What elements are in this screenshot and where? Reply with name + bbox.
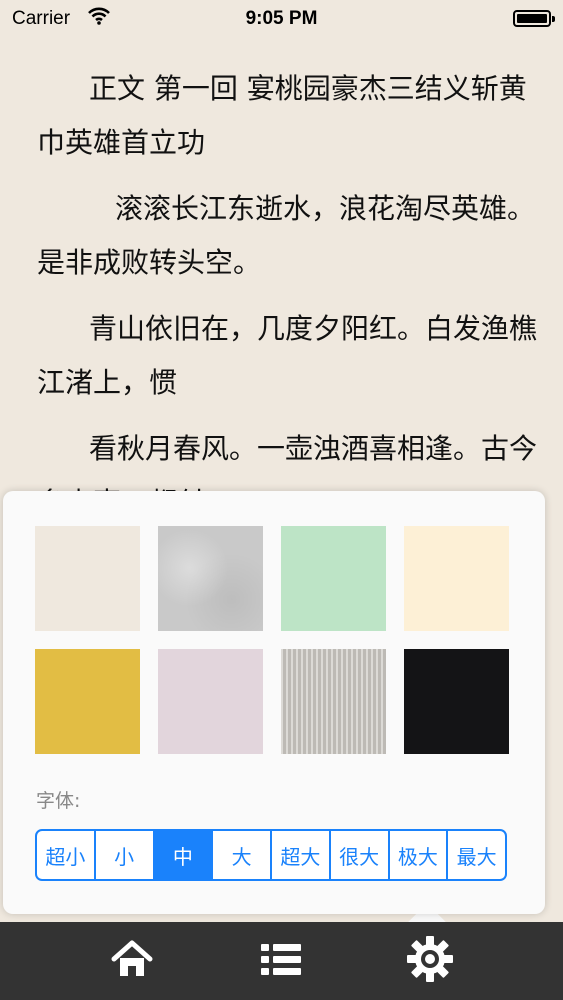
settings-button[interactable] [390,922,470,1000]
status-bar: Carrier 9:05 PM [0,0,563,40]
background-swatch-8[interactable] [404,649,509,754]
settings-popover: 字体: 超小 小 中 大 超大 很大 极大 最大 [3,491,545,914]
bottom-toolbar [0,922,563,1000]
font-size-option[interactable]: 超小 [37,831,96,879]
paragraph: 滚滚长江东逝水，浪花淘尽英雄。是非成败转头空。 [37,192,536,279]
font-size-option[interactable]: 小 [96,831,155,879]
font-size-selector: 超小 小 中 大 超大 很大 极大 最大 [35,829,507,881]
font-size-option[interactable]: 超大 [272,831,331,879]
list-icon [261,941,301,981]
chapter-list-button[interactable] [241,922,321,1000]
clock: 9:05 PM [245,8,318,29]
chapter-title: 正文 第一回 宴桃园豪杰三结义斩黄巾英雄首立功 [37,72,527,159]
home-button[interactable] [92,922,172,1000]
reader-content: 正文 第一回 宴桃园豪杰三结义斩黄巾英雄首立功 滚滚长江东逝水，浪花淘尽英雄。是… [37,62,537,542]
font-size-option[interactable]: 很大 [331,831,390,879]
font-size-option[interactable]: 极大 [390,831,449,879]
background-swatch-7[interactable] [281,649,386,754]
gear-icon [406,935,454,987]
font-size-option[interactable]: 大 [213,831,272,879]
background-swatch-4[interactable] [404,526,509,631]
font-size-label: 字体: [36,790,81,812]
battery-icon [513,10,551,27]
font-size-option[interactable]: 中 [154,831,214,879]
battery-tip [552,16,555,22]
paragraph: 青山依旧在，几度夕阳红。白发渔樵江渚上，惯 [37,312,538,399]
background-swatch-6[interactable] [158,649,263,754]
background-swatch-3[interactable] [281,526,386,631]
background-swatch-1[interactable] [35,526,140,631]
home-icon [111,940,153,982]
background-swatch-5[interactable] [35,649,140,754]
background-swatch-2[interactable] [158,526,263,631]
font-size-option[interactable]: 最大 [448,831,505,879]
